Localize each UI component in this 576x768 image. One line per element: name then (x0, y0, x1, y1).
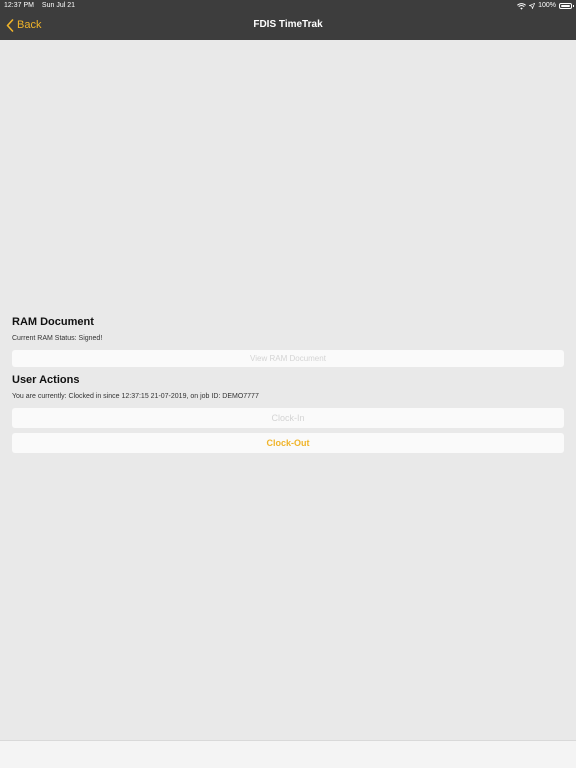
location-arrow-icon (529, 3, 536, 9)
battery-percent: 100% (538, 2, 556, 9)
battery-icon (559, 3, 574, 9)
clock-out-button[interactable]: Clock-Out (12, 433, 564, 453)
ram-status-text: Current RAM Status: Signed! (12, 335, 103, 342)
clock-in-button[interactable]: Clock-In (12, 408, 564, 428)
page-title: FDIS TimeTrak (253, 19, 323, 30)
view-ram-document-button[interactable]: View RAM Document (12, 350, 564, 367)
ram-document-heading: RAM Document (12, 316, 94, 328)
status-date: Sun Jul 21 (41, 2, 76, 9)
navigation-bar: 12:37 PM Sun Jul 21 100% Back FDIS TimeT… (0, 0, 576, 40)
wifi-icon (517, 2, 527, 10)
status-left: 12:37 PM Sun Jul 21 (4, 0, 81, 12)
status-right: 100% (517, 0, 574, 12)
status-bar: 12:37 PM Sun Jul 21 100% (0, 0, 576, 12)
bottom-toolbar (0, 740, 576, 768)
status-time: 12:37 PM (4, 2, 34, 9)
main-content: RAM Document Current RAM Status: Signed!… (0, 40, 576, 740)
user-actions-heading: User Actions (12, 374, 80, 386)
battery-level (561, 5, 570, 7)
clock-status-text: You are currently: Clocked in since 12:3… (12, 393, 259, 400)
